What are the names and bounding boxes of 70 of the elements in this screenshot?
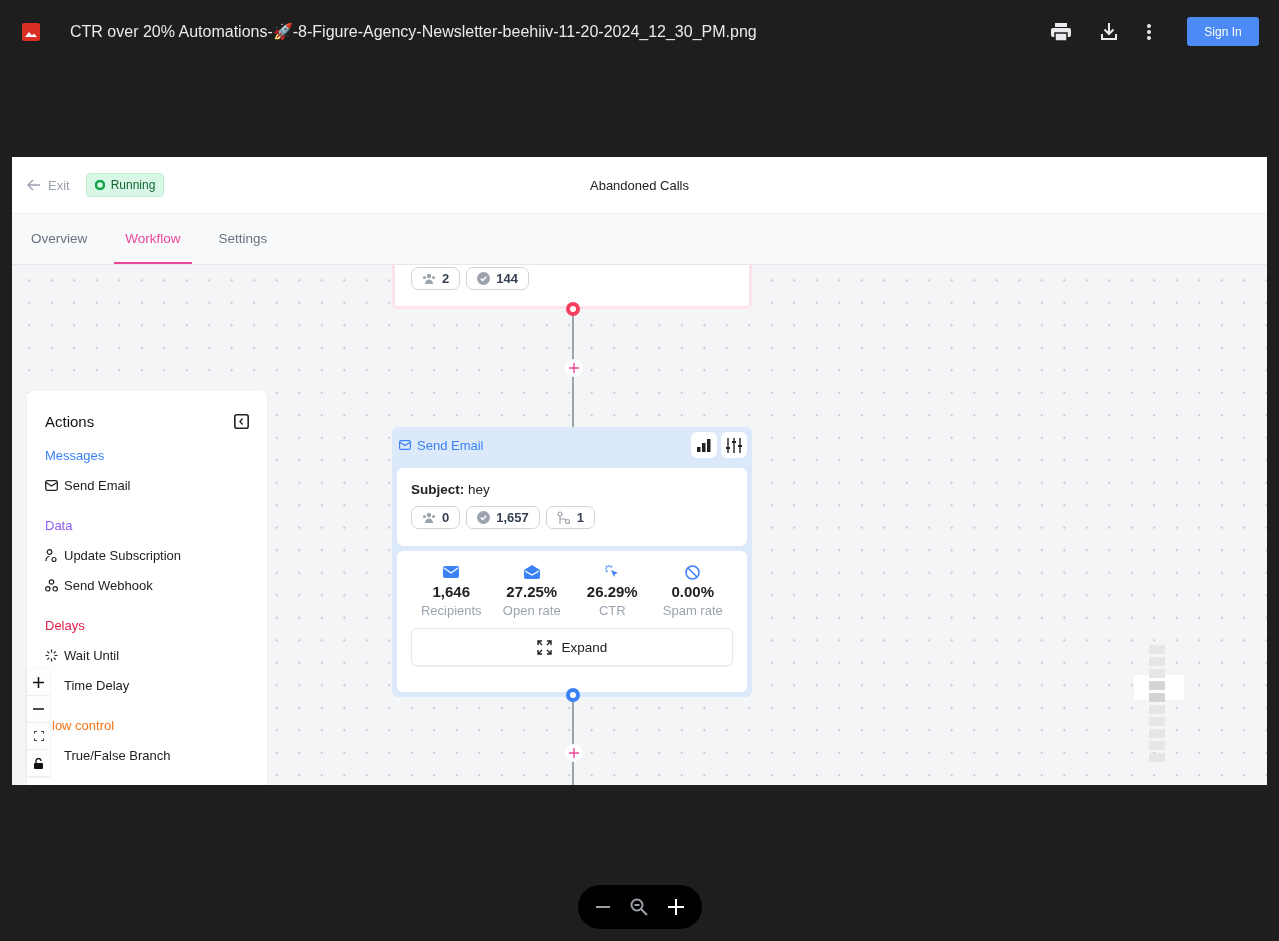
webhook-icon	[45, 579, 58, 592]
workflow-node[interactable]: 2 144	[392, 265, 752, 309]
envelope-icon	[45, 480, 58, 491]
count-value: 144	[496, 271, 518, 286]
count-value: 1	[576, 510, 584, 525]
stat-label: Recipients	[420, 603, 482, 618]
node-title: Send Email	[397, 437, 484, 453]
action-item[interactable]: Time Delay	[64, 678, 130, 693]
user-icon	[45, 549, 58, 562]
stat-label: CTR	[598, 603, 626, 618]
subject-line: Subject: hey	[411, 482, 491, 497]
expand-button[interactable]: Expand	[411, 628, 733, 666]
file-name: CTR over 20% Automations-🚀-8-Figure-Agency-Newsletter-beehiiv-11-20-2024_12_30_PM.png	[70, 22, 757, 41]
stat-value: 0.00%	[671, 583, 714, 600]
expand-icon	[536, 639, 552, 655]
fit-view-icon	[33, 731, 44, 741]
connector-port-icon[interactable]	[566, 302, 580, 316]
send-email-node[interactable]: Send Email Subject: hey 0 1,657 1 1,646 Recipients 27.25% Open rate 26.29% CTR 0.00% Spam rate Expand	[392, 427, 752, 697]
collapse-panel-icon[interactable]	[234, 414, 249, 429]
action-item[interactable]: Wait Until	[45, 648, 120, 663]
plus-icon	[569, 748, 579, 758]
plus-icon	[33, 676, 44, 688]
people-icon	[422, 511, 436, 524]
count-value: 1,657	[496, 510, 529, 525]
loader-icon	[45, 649, 58, 662]
sliders-icon	[726, 437, 742, 453]
magnifier-icon[interactable]	[630, 898, 648, 916]
section-heading: Messages	[45, 448, 105, 463]
stat-value: 1,646	[432, 583, 470, 600]
section-heading: Data	[45, 518, 73, 533]
stat-value: 27.25%	[506, 583, 558, 600]
panel-title: Actions	[45, 413, 95, 430]
lock-icon	[34, 757, 43, 769]
plus-icon	[569, 363, 579, 373]
workflow-title: Abandoned Calls	[590, 177, 689, 193]
check-circle-icon	[477, 272, 491, 285]
count-value: 2	[442, 271, 450, 286]
bar-chart-icon	[697, 438, 711, 452]
section-heading: low control	[52, 718, 115, 733]
action-item[interactable]: Send Email	[45, 478, 131, 493]
stat-value: 26.29%	[586, 583, 638, 600]
tab[interactable]: Settings	[207, 214, 279, 264]
check-circle-icon	[477, 511, 491, 524]
open-envelope-icon	[523, 565, 540, 579]
envelope-icon	[443, 566, 460, 578]
print-icon[interactable]	[1051, 22, 1071, 41]
count-value: 0	[442, 510, 450, 525]
section-heading: Delays	[45, 618, 85, 633]
action-item[interactable]: True/False Branch	[64, 748, 171, 763]
people-icon	[422, 272, 436, 285]
connector-port-icon[interactable]	[566, 688, 580, 702]
stat-label: Spam rate	[662, 603, 723, 618]
minus-icon	[33, 708, 44, 710]
stats-button[interactable]	[691, 432, 717, 458]
action-item[interactable]: Send Webhook	[45, 578, 153, 593]
image-file-icon	[22, 22, 40, 41]
zoom-in-icon[interactable]	[668, 899, 684, 915]
tab[interactable]: Overview	[20, 214, 99, 264]
download-icon[interactable]	[1101, 23, 1117, 40]
envelope-icon	[399, 440, 411, 450]
settings-button[interactable]	[721, 432, 747, 458]
status-badge: Running	[85, 173, 165, 197]
stat-label: Open rate	[502, 603, 561, 618]
branch-icon	[556, 510, 571, 525]
add-step-button[interactable]	[565, 744, 583, 762]
add-step-button[interactable]	[565, 359, 583, 377]
arrow-left-icon	[27, 179, 41, 191]
more-icon[interactable]	[1147, 23, 1151, 40]
prohibited-icon	[685, 564, 701, 580]
action-item[interactable]: Update Subscription	[45, 548, 182, 563]
